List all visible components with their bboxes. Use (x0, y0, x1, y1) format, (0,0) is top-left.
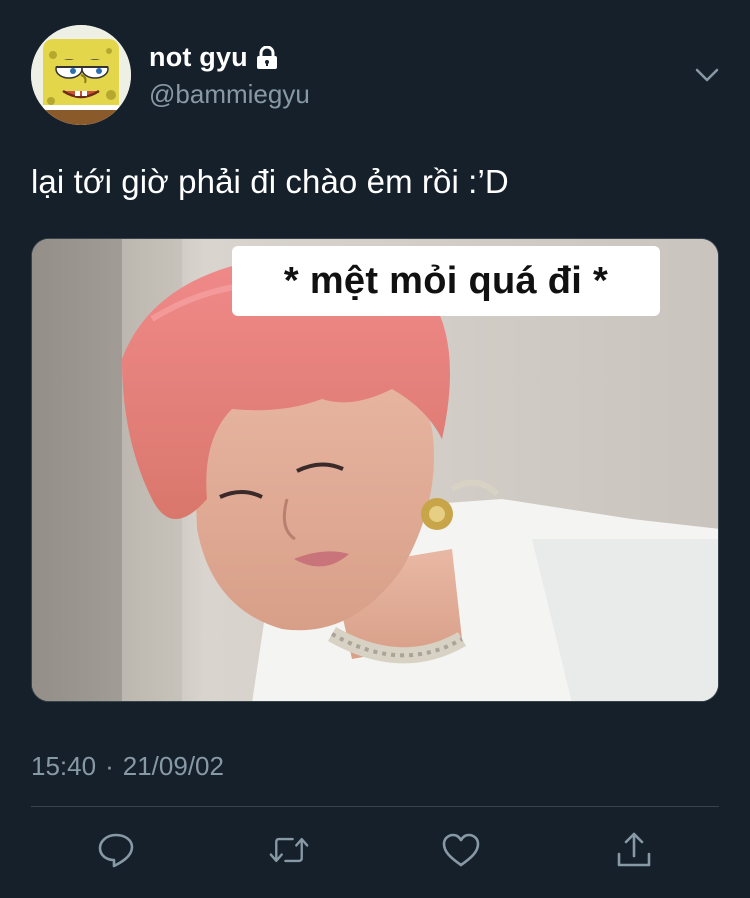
share-icon (617, 832, 651, 867)
tweet-time[interactable]: 15:40 (31, 751, 96, 782)
author-handle[interactable]: @bammiegyu (149, 79, 310, 110)
media-caption: * mệt mỏi quá đi * (232, 246, 660, 316)
tweet-date[interactable]: 21/09/02 (123, 751, 224, 782)
tweet: not gyu @bammiegyu lại tới giờ phải đi c… (0, 0, 750, 898)
author-name-row[interactable]: not gyu (149, 42, 278, 73)
share-button[interactable] (614, 830, 654, 870)
tweet-media-image[interactable]: * mệt mỏi quá đi * (31, 238, 719, 702)
avatar[interactable] (31, 25, 131, 125)
tweet-timestamp[interactable]: 15:40 · 21/09/02 (31, 751, 224, 782)
lock-icon (256, 45, 278, 70)
meta-separator: · (105, 751, 114, 781)
reply-button[interactable] (96, 830, 136, 870)
like-button[interactable] (441, 830, 481, 870)
author-display-name[interactable]: not gyu (149, 42, 248, 73)
heart-icon (442, 833, 480, 867)
chevron-down-icon[interactable] (694, 62, 720, 88)
reply-icon (98, 833, 134, 868)
divider (31, 806, 719, 807)
retweet-button[interactable] (269, 830, 309, 870)
retweet-icon (269, 837, 309, 863)
tweet-text: lại tới giờ phải đi chào ẻm rồi :’D (31, 163, 509, 200)
